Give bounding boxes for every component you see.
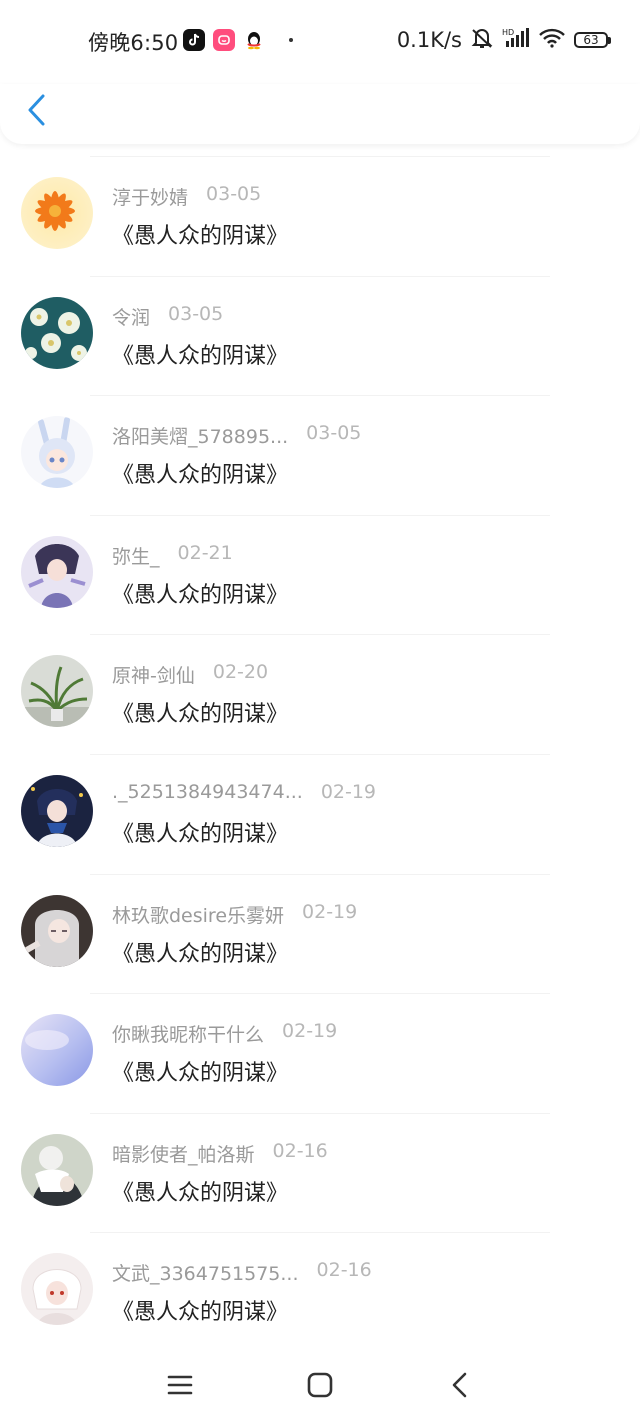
item-title: 《愚人众的阴谋》	[112, 702, 289, 728]
divider	[90, 993, 550, 995]
name-line: 令润 03-05	[112, 303, 223, 330]
divider	[90, 753, 550, 755]
nav-back-button[interactable]	[440, 1365, 480, 1405]
name-line: 原神-剑仙 02-20	[112, 661, 268, 688]
item-title: 《愚人众的阴谋》	[112, 463, 289, 489]
divider	[90, 1112, 550, 1114]
list-item[interactable]: 令润 03-05 《愚人众的阴谋》	[0, 275, 640, 396]
divider	[90, 514, 550, 516]
signal-icon: HD	[502, 27, 530, 53]
divider	[90, 873, 550, 875]
name-line: ._5251384943474... 02-19	[112, 781, 376, 803]
battery-icon: 63	[574, 32, 611, 48]
user-name: 原神-剑仙	[112, 665, 195, 688]
app-icon-pink	[213, 29, 235, 51]
user-name: 林玖歌desire乐雾妍	[112, 904, 285, 927]
name-line: 弥生_ 02-21	[112, 542, 233, 569]
date: 03-05	[306, 422, 362, 445]
date: 02-16	[316, 1259, 372, 1282]
menu-button[interactable]	[160, 1365, 200, 1405]
list-item[interactable]: 原神-剑仙 02-20 《愚人众的阴谋》	[0, 634, 640, 754]
item-title: 《愚人众的阴谋》	[112, 941, 289, 967]
date: 02-19	[282, 1020, 338, 1043]
divider	[90, 634, 550, 636]
list-item[interactable]: 淳于妙婧 03-05 《愚人众的阴谋》	[0, 156, 640, 276]
name-line: 洛阳美熠_578895... 03-05	[112, 422, 361, 449]
home-button[interactable]	[300, 1365, 340, 1405]
list-item[interactable]: ._5251384943474... 02-19 《愚人众的阴谋》	[0, 753, 640, 874]
item-title: 《愚人众的阴谋》	[112, 343, 289, 369]
date: 02-16	[272, 1139, 328, 1162]
item-title: 《愚人众的阴谋》	[112, 1300, 289, 1326]
item-title: 《愚人众的阴谋》	[112, 1061, 289, 1087]
chevron-left-icon	[28, 94, 45, 126]
user-name: 洛阳美熠_578895...	[112, 426, 289, 449]
divider	[90, 1232, 550, 1234]
mute-bell-icon	[470, 27, 494, 53]
qq-penguin-icon	[243, 29, 265, 51]
orange-flower-avatar[interactable]	[21, 177, 93, 249]
user-name: 文武_3364751575...	[112, 1263, 299, 1286]
notification-icons	[183, 29, 293, 51]
wifi-icon	[538, 27, 566, 53]
user-name: ._5251384943474...	[112, 780, 303, 803]
name-line: 暗影使者_帕洛斯 02-16	[112, 1140, 328, 1167]
item-title: 《愚人众的阴谋》	[112, 224, 289, 249]
date: 02-19	[302, 900, 358, 923]
name-line: 淳于妙婧 03-05	[112, 183, 261, 210]
more-notifications-dot	[289, 38, 293, 42]
list-item[interactable]: 你瞅我昵称干什么 02-19 《愚人众的阴谋》	[0, 993, 640, 1113]
date: 02-19	[320, 780, 377, 803]
status-bar: 傍晚6:50 0.1K/s HD 63	[0, 0, 640, 84]
name-line: 你瞅我昵称干什么 02-19	[112, 1020, 337, 1047]
date: 02-21	[177, 541, 233, 564]
user-name: 你瞅我昵称干什么	[112, 1024, 265, 1047]
list-item[interactable]: 文武_3364751575... 02-16 《愚人众的阴谋》	[0, 1232, 640, 1352]
anime-dual-figure-avatar[interactable]	[21, 1133, 93, 1206]
clock: 傍晚6:50	[88, 31, 179, 55]
user-list: 淳于妙婧 03-05 《愚人众的阴谋》 令润 03-05 《愚人众的阴谋》 洛阳…	[0, 156, 640, 1352]
tiktok-icon	[183, 29, 205, 51]
anime-girl-bunny-avatar[interactable]	[21, 416, 93, 489]
item-title: 《愚人众的阴谋》	[112, 821, 289, 847]
item-title: 《愚人众的阴谋》	[112, 1180, 289, 1206]
anime-boy-avatar[interactable]	[21, 774, 93, 847]
potted-plant-avatar[interactable]	[21, 655, 93, 728]
home-icon	[307, 1372, 333, 1398]
user-name: 弥生_	[112, 545, 160, 568]
anime-silver-hair-avatar[interactable]	[21, 894, 93, 967]
anime-character-avatar[interactable]	[21, 535, 93, 608]
divider	[90, 156, 550, 157]
user-name: 暗影使者_帕洛斯	[112, 1143, 255, 1166]
list-item[interactable]: 弥生_ 02-21 《愚人众的阴谋》	[0, 514, 640, 635]
svg-text:HD: HD	[502, 28, 514, 37]
name-line: 林玖歌desire乐雾妍 02-19	[112, 901, 357, 928]
network-speed: 0.1K/s	[396, 28, 462, 52]
list-item[interactable]: 洛阳美熠_578895... 03-05 《愚人众的阴谋》	[0, 395, 640, 515]
system-navigation-bar	[0, 1355, 640, 1423]
user-name: 淳于妙婧	[112, 187, 189, 209]
status-right: 0.1K/s HD 63	[396, 27, 611, 53]
back-icon	[452, 1372, 467, 1398]
white-flowers-avatar[interactable]	[21, 296, 93, 369]
date: 03-05	[168, 302, 224, 325]
user-name: 令润	[112, 306, 151, 329]
menu-icon	[167, 1375, 193, 1395]
anime-white-hair-avatar[interactable]	[21, 1253, 93, 1326]
list-item[interactable]: 林玖歌desire乐雾妍 02-19 《愚人众的阴谋》	[0, 873, 640, 994]
top-app-bar	[0, 84, 640, 144]
item-title: 《愚人众的阴谋》	[112, 582, 289, 608]
name-line: 文武_3364751575... 02-16	[112, 1259, 372, 1286]
divider	[90, 395, 550, 397]
back-button[interactable]	[18, 90, 54, 130]
date: 02-20	[212, 661, 269, 684]
date: 03-05	[206, 183, 262, 205]
list-item[interactable]: 暗影使者_帕洛斯 02-16 《愚人众的阴谋》	[0, 1112, 640, 1233]
sky-gradient-avatar[interactable]	[21, 1014, 93, 1087]
divider	[90, 275, 550, 277]
